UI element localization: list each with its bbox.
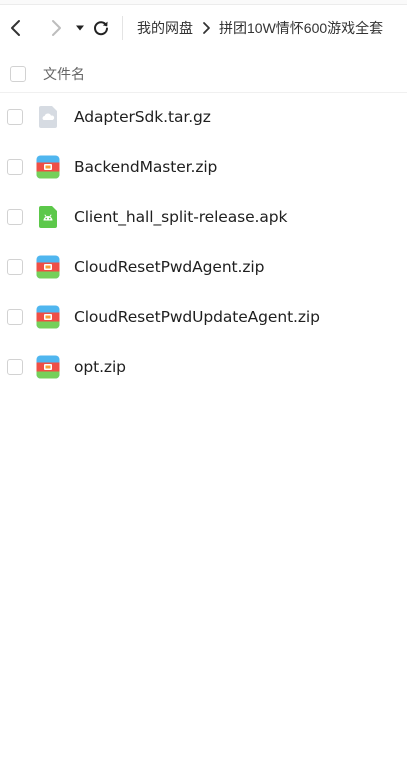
file-row[interactable]: CloudResetPwdAgent.zip: [0, 242, 407, 292]
forward-button[interactable]: [45, 13, 67, 43]
name-column-header[interactable]: 文件名: [43, 64, 85, 84]
file-row[interactable]: AdapterSdk.tar.gz: [0, 92, 407, 142]
zip-icon: [36, 355, 60, 379]
file-row[interactable]: CloudResetPwdUpdateAgent.zip: [0, 292, 407, 342]
file-row[interactable]: opt.zip: [0, 342, 407, 392]
file-row[interactable]: BackendMaster.zip: [0, 142, 407, 192]
file-checkbox[interactable]: [7, 209, 23, 225]
toolbar: 我的网盘 拼团10W情怀600游戏全套: [0, 5, 407, 51]
archive-gz-icon: [36, 105, 60, 129]
chevron-right-icon: [52, 20, 61, 36]
file-list-header: 文件名: [0, 55, 407, 93]
file-name[interactable]: Client_hall_split-release.apk: [74, 208, 287, 226]
file-name[interactable]: CloudResetPwdAgent.zip: [74, 258, 264, 276]
file-list: AdapterSdk.tar.gz BackendMaster.zip Client…: [0, 92, 407, 392]
chevron-left-icon: [11, 20, 20, 36]
apk-icon: [36, 205, 60, 229]
file-checkbox[interactable]: [7, 259, 23, 275]
file-checkbox[interactable]: [7, 309, 23, 325]
file-name[interactable]: opt.zip: [74, 358, 126, 376]
select-all-checkbox[interactable]: [10, 65, 26, 82]
zip-icon: [36, 255, 60, 279]
breadcrumb-separator-icon: [197, 18, 215, 38]
file-name[interactable]: AdapterSdk.tar.gz: [74, 108, 211, 126]
file-checkbox[interactable]: [7, 159, 23, 175]
caret-down-icon: [76, 25, 84, 31]
file-checkbox[interactable]: [7, 109, 23, 125]
file-checkbox[interactable]: [7, 359, 23, 375]
file-name[interactable]: BackendMaster.zip: [74, 158, 217, 176]
file-row[interactable]: Client_hall_split-release.apk: [0, 192, 407, 242]
file-name[interactable]: CloudResetPwdUpdateAgent.zip: [74, 308, 320, 326]
breadcrumb-current[interactable]: 拼团10W情怀600游戏全套: [219, 18, 383, 38]
breadcrumb-root[interactable]: 我的网盘: [137, 18, 193, 38]
back-button[interactable]: [5, 13, 27, 43]
refresh-button[interactable]: [90, 13, 112, 43]
zip-icon: [36, 305, 60, 329]
history-dropdown-button[interactable]: [72, 13, 88, 43]
refresh-icon: [94, 21, 108, 36]
zip-icon: [36, 155, 60, 179]
toolbar-divider: [122, 16, 123, 40]
